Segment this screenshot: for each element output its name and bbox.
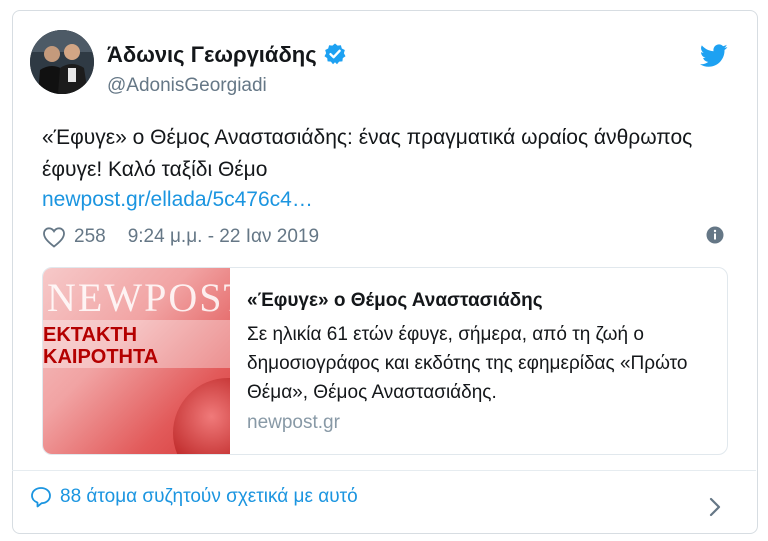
info-icon[interactable] — [706, 226, 724, 244]
thumbnail-globe — [173, 378, 230, 454]
thumbnail-logo-text: NEWPOST — [47, 275, 230, 320]
thumbnail-line-2: ΚΑΙΡΟΤΗΤΑ — [43, 346, 159, 368]
link-preview-domain: newpost.gr — [247, 412, 340, 433]
tweet-link[interactable]: newpost.gr/ellada/5c476c4… — [42, 188, 313, 212]
link-preview-thumbnail: NEWPOST ΕΚΤΑΚΤΗ ΚΑΙΡΟΤΗΤΑ — [43, 268, 230, 454]
link-preview-card[interactable]: NEWPOST ΕΚΤΑΚΤΗ ΚΑΙΡΟΤΗΤΑ «Έφυγε» ο Θέμο… — [42, 267, 728, 455]
link-preview-description: Σε ηλικία 61 ετών έφυγε, σήμερα, από τη … — [247, 324, 688, 403]
like-count[interactable]: 258 — [74, 226, 106, 248]
thumbnail-line-1: ΕΚΤΑΚΤΗ — [43, 324, 138, 346]
avatar[interactable] — [30, 30, 94, 94]
discussion-text[interactable]: 88 άτομα συζητούν σχετικά με αυτό — [60, 486, 358, 508]
verified-badge-icon — [324, 43, 346, 65]
tweet-timestamp[interactable]: 9:24 μ.μ. - 22 Ιαν 2019 — [128, 226, 319, 248]
author-name[interactable]: Άδωνις Γεωργιάδης — [107, 42, 347, 68]
heart-icon[interactable] — [42, 226, 66, 248]
footer-divider — [12, 470, 756, 471]
author-handle[interactable]: @AdonisGeorgiadi — [107, 75, 267, 97]
reply-bubble-icon — [31, 487, 51, 508]
link-preview-title: «Έφυγε» ο Θέμος Αναστασιάδης — [247, 290, 543, 311]
discussion-link[interactable]: 88 άτομα συζητούν σχετικά με αυτό — [30, 486, 358, 508]
twitter-bird-icon[interactable] — [700, 44, 728, 68]
tweet-text: «Έφυγε» ο Θέμος Αναστασιάδης: ένας πραγμ… — [42, 126, 693, 181]
tweet-meta: 258 9:24 μ.μ. - 22 Ιαν 2019 — [42, 224, 319, 250]
chevron-right-icon[interactable] — [708, 496, 722, 518]
